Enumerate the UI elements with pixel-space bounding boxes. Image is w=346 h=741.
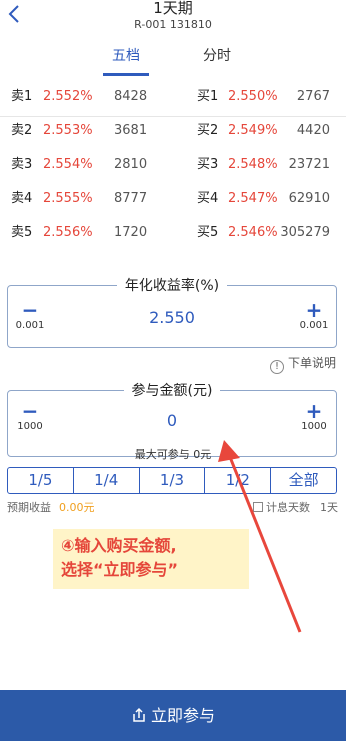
buy-volume: 305279: [280, 225, 330, 240]
product-code: R-001 131810: [134, 18, 212, 31]
days-label: 计息天数: [266, 501, 310, 514]
rate-increment-button[interactable]: + 0.001: [294, 300, 334, 332]
buy-rate[interactable]: 2.548%: [228, 148, 278, 182]
expected-label: 预期收益: [7, 501, 51, 514]
info-icon: !: [269, 360, 284, 374]
sell-rate[interactable]: 2.555%: [43, 182, 93, 216]
rate-stepper: 年化收益率(%) − 0.001 2.550 + 0.001: [7, 278, 337, 348]
sell-volume: 8777: [114, 191, 148, 206]
tab-bar: 五档 分时: [0, 40, 346, 117]
participate-label: 立即参与: [150, 706, 215, 725]
participate-button[interactable]: 立即参与: [0, 690, 346, 741]
page-title: 1天期: [153, 0, 193, 17]
minus-icon: −: [21, 399, 39, 423]
minus-icon: −: [21, 298, 39, 322]
help-label: 下单说明: [287, 356, 336, 370]
buy-label: 买1: [197, 89, 219, 104]
sell-label: 卖3: [11, 157, 33, 172]
buy-volume: 62910: [288, 191, 330, 206]
rate-step: 0.001: [15, 320, 45, 331]
buy-rate[interactable]: 2.546%: [228, 216, 278, 250]
sell-label: 卖2: [11, 123, 33, 138]
order-help-link[interactable]: ! 下单说明: [269, 354, 336, 374]
amount-step: 1000: [17, 421, 43, 432]
max-amount-text: 最大可参与 0元: [134, 448, 212, 461]
sell-rate[interactable]: 2.552%: [43, 80, 93, 114]
buy-rate[interactable]: 2.547%: [228, 182, 278, 216]
ratio-button-quarter[interactable]: 1/4: [74, 468, 140, 493]
tab-indicator: [103, 73, 149, 76]
rate-step: 0.001: [299, 320, 329, 331]
book-row: 卖2 2.553% 3681 买2 2.549% 4420: [0, 114, 346, 148]
amount-input[interactable]: 0: [68, 411, 276, 430]
sell-label: 卖1: [11, 89, 33, 104]
sell-rate[interactable]: 2.554%: [43, 148, 93, 182]
buy-volume: 23721: [288, 157, 330, 172]
book-row: 卖4 2.555% 8777 买4 2.547% 62910: [0, 182, 346, 216]
sell-volume: 3681: [114, 123, 148, 138]
ratio-button-all[interactable]: 全部: [271, 468, 336, 493]
book-row: 卖1 2.552% 8428 买1 2.550% 2767: [0, 80, 346, 114]
book-row: 卖3 2.554% 2810 买3 2.548% 23721: [0, 148, 346, 182]
share-up-icon: [133, 707, 145, 722]
amount-decrement-button[interactable]: − 1000: [10, 401, 50, 433]
rate-label: 年化收益率(%): [8, 275, 336, 295]
annotation-line: ④输入购买金额,: [61, 536, 177, 555]
sell-rate[interactable]: 2.556%: [43, 216, 93, 250]
ratio-button-third[interactable]: 1/3: [140, 468, 206, 493]
amount-step: 1000: [301, 421, 327, 432]
sell-volume: 8428: [114, 89, 148, 104]
plus-icon: +: [305, 298, 323, 322]
days-value: 1天: [320, 501, 338, 514]
book-row: 卖5 2.556% 1720 买5 2.546% 305279: [0, 216, 346, 250]
sell-label: 卖5: [11, 225, 33, 240]
sell-label: 卖4: [11, 191, 33, 206]
sell-volume: 2810: [114, 157, 148, 172]
buy-label: 买5: [197, 225, 219, 240]
expected-return: 预期收益 0.00元: [7, 500, 95, 516]
buy-label: 买3: [197, 157, 219, 172]
ratio-buttons: 1/5 1/4 1/3 1/2 全部: [7, 467, 337, 494]
header: 1天期 R-001 131810: [0, 0, 346, 40]
expected-amount: 0.00元: [59, 501, 95, 514]
interest-days: 计息天数 1天: [253, 500, 338, 516]
calendar-icon: [253, 502, 263, 512]
sell-rate[interactable]: 2.553%: [43, 114, 93, 148]
sell-volume: 1720: [114, 225, 148, 240]
buy-volume: 4420: [296, 123, 330, 138]
buy-label: 买2: [197, 123, 219, 138]
amount-increment-button[interactable]: + 1000: [294, 401, 334, 433]
tab-timeshare[interactable]: 分时: [172, 46, 262, 66]
ratio-button-half[interactable]: 1/2: [205, 468, 272, 493]
annotation-line: 选择“立即参与”: [61, 560, 179, 579]
buy-volume: 2767: [296, 89, 330, 104]
rate-value[interactable]: 2.550: [68, 308, 276, 327]
amount-label: 参与金额(元): [8, 380, 336, 400]
tab-five-levels[interactable]: 五档: [81, 46, 171, 66]
buy-rate[interactable]: 2.549%: [228, 114, 278, 148]
plus-icon: +: [305, 399, 323, 423]
rate-decrement-button[interactable]: − 0.001: [10, 300, 50, 332]
ratio-button-fifth[interactable]: 1/5: [8, 468, 74, 493]
buy-label: 买4: [197, 191, 219, 206]
tutorial-annotation: ④输入购买金额, 选择“立即参与”: [53, 529, 249, 589]
page: 1天期 R-001 131810 五档 分时 卖1 2.552% 8428 买1…: [0, 0, 346, 741]
buy-rate[interactable]: 2.550%: [228, 80, 278, 114]
